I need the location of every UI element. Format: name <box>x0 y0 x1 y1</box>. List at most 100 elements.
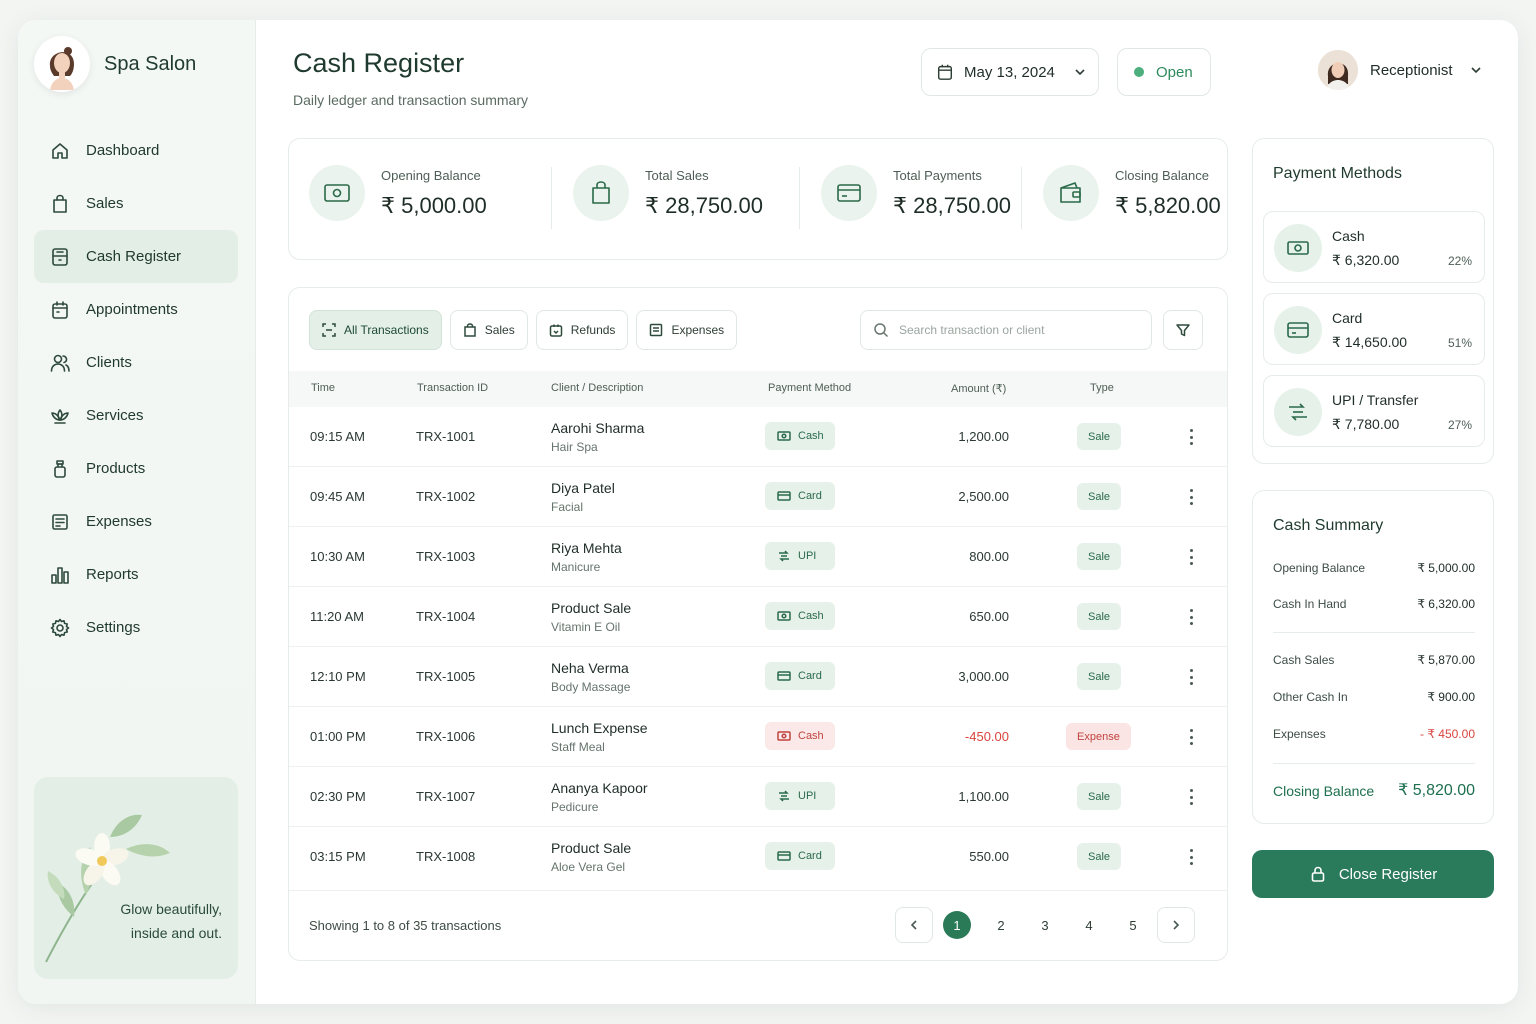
column-header-client[interactable]: Client / Description <box>551 382 643 394</box>
tab-expenses[interactable]: Expenses <box>636 310 738 350</box>
page-4-button[interactable]: 4 <box>1075 911 1103 939</box>
more-options-icon[interactable] <box>1186 427 1196 447</box>
cash-summary-panel: Cash Summary Opening Balance ₹ 5,000.00 … <box>1252 490 1494 824</box>
bag-icon <box>573 165 629 221</box>
tab-refunds[interactable]: Refunds <box>535 310 629 350</box>
sidebar-item-reports[interactable]: Reports <box>34 548 238 601</box>
register-status[interactable]: Open <box>1117 48 1211 96</box>
sidebar-item-cash-register[interactable]: Cash Register <box>34 230 238 283</box>
avatar <box>1318 50 1358 90</box>
lotus-icon <box>50 406 70 426</box>
table-row[interactable]: 02:30 PM TRX-1007 Ananya Kapoor Pedicure … <box>289 767 1227 827</box>
calendar-icon <box>50 300 70 320</box>
page-3-button[interactable]: 3 <box>1031 911 1059 939</box>
table-row[interactable]: 11:20 AM TRX-1004 Product Sale Vitamin E … <box>289 587 1227 647</box>
sidebar-item-services[interactable]: Services <box>34 389 238 442</box>
filter-button[interactable] <box>1163 310 1203 350</box>
lock-icon <box>1311 866 1325 882</box>
search-input[interactable] <box>899 323 1139 337</box>
sidebar-item-products[interactable]: Products <box>34 442 238 495</box>
brand-logo <box>34 36 90 92</box>
total-payments-value: ₹ 28,750.00 <box>893 192 1011 218</box>
card-icon <box>821 165 877 221</box>
tab-all-transactions[interactable]: All Transactions <box>309 310 442 350</box>
more-options-icon[interactable] <box>1186 847 1196 867</box>
page-5-button[interactable]: 5 <box>1119 911 1147 939</box>
table-row[interactable]: 12:10 PM TRX-1005 Neha Verma Body Massage… <box>289 647 1227 707</box>
sidebar-item-label: Reports <box>86 566 139 583</box>
brand[interactable]: Spa Salon <box>34 36 196 92</box>
promo-text: Glow beautifully, inside and out. <box>120 901 222 941</box>
chevron-left-icon <box>910 920 917 930</box>
card-icon <box>777 851 791 861</box>
column-header-type[interactable]: Type <box>1090 382 1114 394</box>
pagination: 1 2 3 4 5 <box>895 907 1195 943</box>
chart-icon <box>50 565 70 585</box>
sidebar-item-expenses[interactable]: Expenses <box>34 495 238 548</box>
wallet-icon <box>1043 165 1099 221</box>
table-row[interactable]: 10:30 AM TRX-1003 Riya Mehta Manicure UPI… <box>289 527 1227 587</box>
more-options-icon[interactable] <box>1186 727 1196 747</box>
more-options-icon[interactable] <box>1186 787 1196 807</box>
payment-method-cash[interactable]: Cash ₹ 6,320.00 22% <box>1263 211 1485 283</box>
column-header-amount[interactable]: Amount (₹) <box>951 382 1006 395</box>
page-subtitle: Daily ledger and transaction summary <box>293 92 528 108</box>
stat-opening-balance: Opening Balance ₹ 5,000.00 <box>309 165 487 221</box>
sidebar-item-settings[interactable]: Settings <box>34 601 238 654</box>
bottle-icon <box>50 459 70 479</box>
transactions-panel: All Transactions Sales Refunds Expenses <box>288 287 1228 961</box>
table-row[interactable]: 09:45 AM TRX-1002 Diya Patel Facial Card … <box>289 467 1227 527</box>
next-page-button[interactable] <box>1157 907 1195 943</box>
divider <box>1021 167 1022 229</box>
table-row[interactable]: 03:15 PM TRX-1008 Product Sale Aloe Vera … <box>289 827 1227 891</box>
sidebar-item-label: Dashboard <box>86 142 160 159</box>
column-header-time[interactable]: Time <box>311 382 335 394</box>
receipt-icon <box>650 323 663 337</box>
more-options-icon[interactable] <box>1186 667 1196 687</box>
chevron-right-icon <box>1173 920 1180 930</box>
close-register-button[interactable]: Close Register <box>1252 850 1494 898</box>
tab-sales[interactable]: Sales <box>449 310 528 350</box>
page-1-button[interactable]: 1 <box>943 911 971 939</box>
payment-method-upi[interactable]: UPI / Transfer ₹ 7,780.00 27% <box>1263 375 1485 447</box>
sidebar-item-label: Settings <box>86 619 141 636</box>
more-options-icon[interactable] <box>1186 487 1196 507</box>
page-2-button[interactable]: 2 <box>987 911 1015 939</box>
scan-icon <box>322 323 336 337</box>
cash-icon <box>1274 224 1322 272</box>
sidebar-item-label: Appointments <box>86 301 178 318</box>
more-options-icon[interactable] <box>1186 607 1196 627</box>
bag-icon <box>50 194 70 214</box>
upi-icon <box>779 790 789 802</box>
summary-opening-balance: Opening Balance ₹ 5,000.00 <box>1273 561 1475 575</box>
column-header-transaction-id[interactable]: Transaction ID <box>417 382 488 394</box>
gear-icon <box>50 618 70 638</box>
table-row[interactable]: 01:00 PM TRX-1006 Lunch Expense Staff Mea… <box>289 707 1227 767</box>
sidebar-item-sales[interactable]: Sales <box>34 177 238 230</box>
more-options-icon[interactable] <box>1186 547 1196 567</box>
cash-icon <box>309 165 365 221</box>
sidebar-item-dashboard[interactable]: Dashboard <box>34 124 238 177</box>
funnel-icon <box>1176 324 1190 337</box>
column-header-payment-method[interactable]: Payment Method <box>768 382 851 394</box>
promo-card: Glow beautifully, inside and out. <box>34 777 238 979</box>
sidebar-item-label: Services <box>86 407 144 424</box>
payment-method-card[interactable]: Card ₹ 14,650.00 51% <box>1263 293 1485 365</box>
summary-cash-in-hand: Cash In Hand ₹ 6,320.00 <box>1273 597 1475 611</box>
sidebar: Spa Salon Dashboard Sales Cash Register … <box>18 20 256 1004</box>
table-header: Time Transaction ID Client / Description… <box>289 371 1227 407</box>
divider <box>799 167 800 229</box>
sidebar-item-appointments[interactable]: Appointments <box>34 283 238 336</box>
prev-page-button[interactable] <box>895 907 933 943</box>
payment-method-badge: UPI <box>765 782 835 810</box>
upi-icon <box>1274 388 1322 436</box>
date-picker[interactable]: May 13, 2024 <box>921 48 1099 96</box>
payment-method-badge: Cash <box>765 722 835 750</box>
table-row[interactable]: 09:15 AM TRX-1001 Aarohi Sharma Hair Spa … <box>289 407 1227 467</box>
date-value: May 13, 2024 <box>964 63 1055 81</box>
sidebar-item-clients[interactable]: Clients <box>34 336 238 389</box>
sidebar-item-label: Expenses <box>86 513 152 530</box>
user-menu[interactable]: Receptionist <box>1318 50 1483 90</box>
summary-cash-sales: Cash Sales ₹ 5,870.00 <box>1273 653 1475 667</box>
cash-icon <box>777 431 791 441</box>
